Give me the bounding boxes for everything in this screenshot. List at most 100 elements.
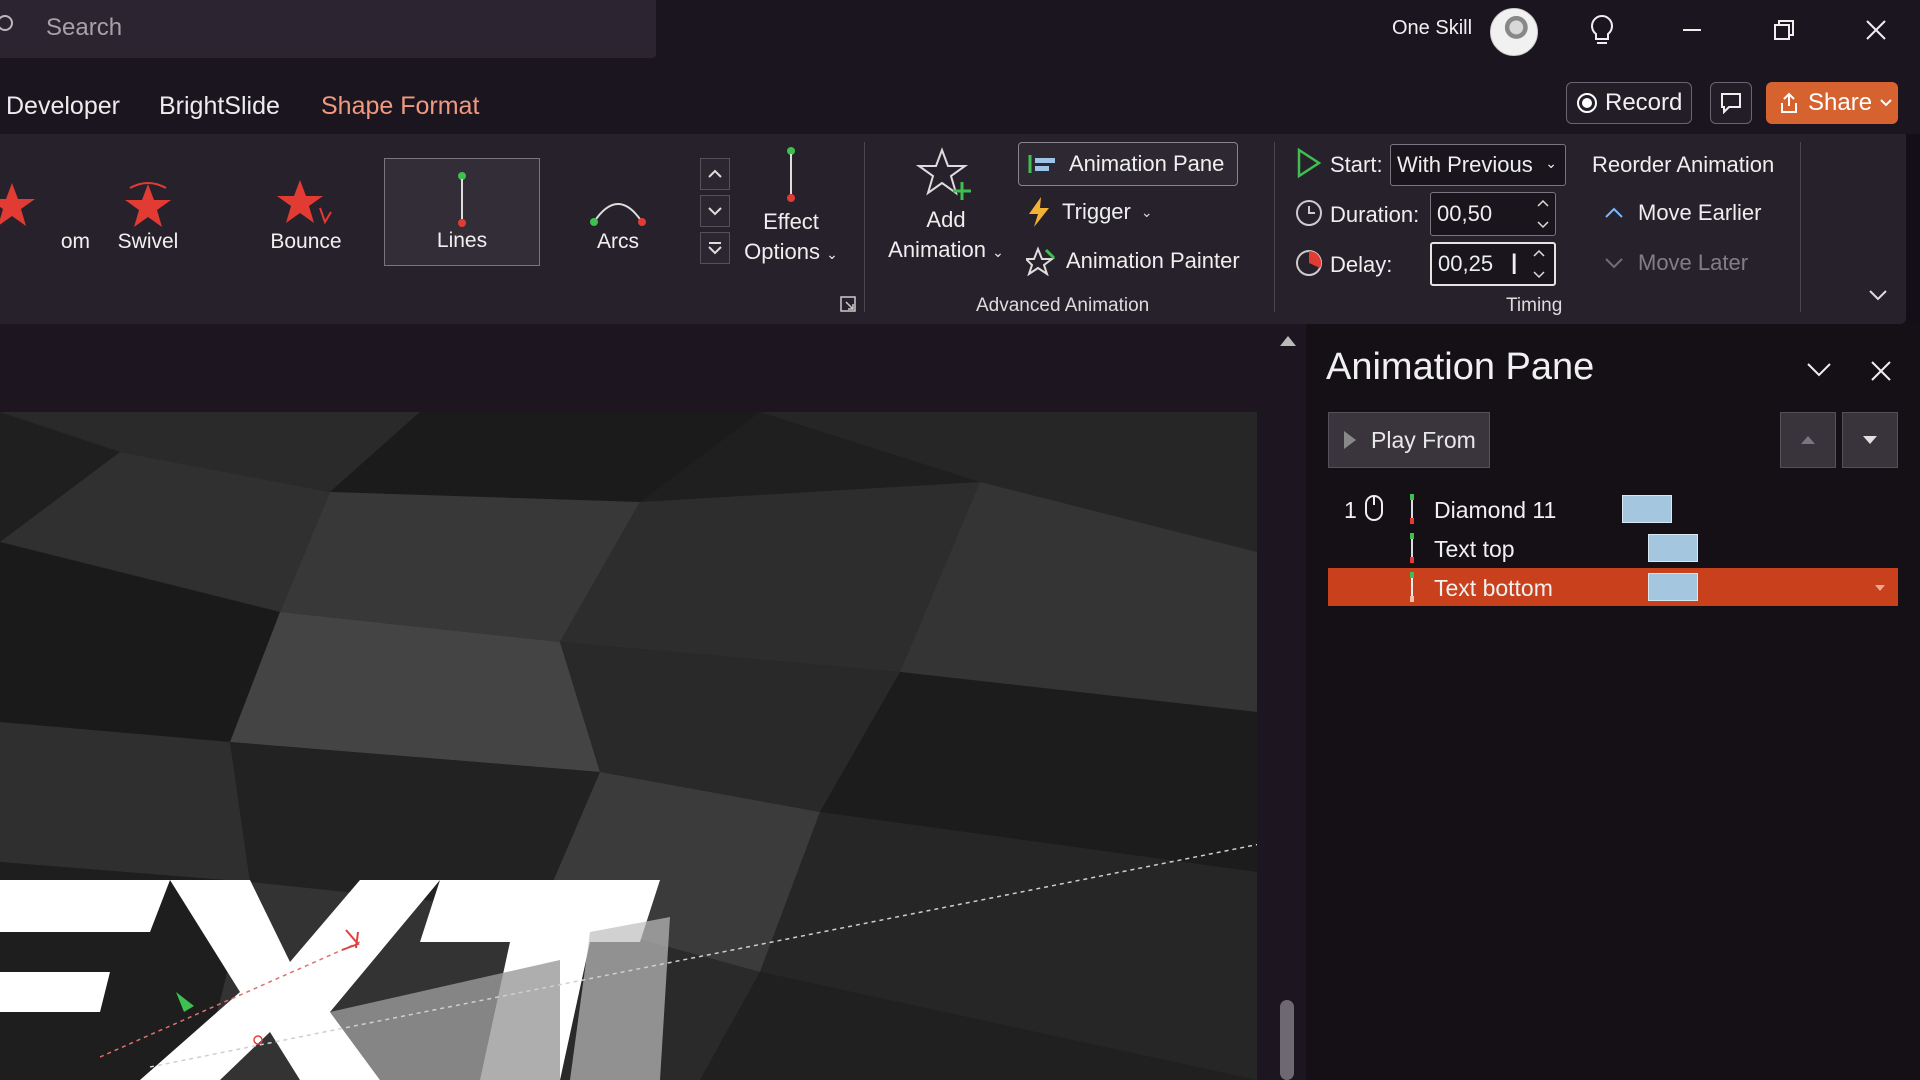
gallery-label: Bounce bbox=[270, 230, 342, 253]
chevron-down-icon: ⌄ bbox=[1545, 155, 1557, 171]
duration-spinner[interactable] bbox=[1530, 192, 1556, 236]
delay-label: Delay: bbox=[1330, 252, 1393, 277]
close-icon[interactable] bbox=[1852, 10, 1900, 50]
tab-brightslide[interactable]: BrightSlide bbox=[159, 92, 280, 121]
effect-options-icon bbox=[787, 147, 795, 202]
add-animation-label-2: Animation bbox=[888, 237, 986, 262]
slide-canvas[interactable] bbox=[0, 412, 1257, 1080]
effect-options-button[interactable]: Effect Options ⌄ bbox=[736, 146, 846, 270]
search-placeholder[interactable]: Search bbox=[46, 14, 122, 42]
animation-painter-button[interactable]: Animation Painter bbox=[1026, 246, 1240, 276]
share-label: Share bbox=[1808, 89, 1873, 116]
bounce-star-icon bbox=[277, 180, 332, 225]
ribbon-separator bbox=[1274, 142, 1275, 312]
chevron-down-icon bbox=[1880, 99, 1892, 107]
chevron-down-icon bbox=[1533, 271, 1545, 279]
slide-scrollbar[interactable] bbox=[1270, 324, 1306, 1080]
comments-button[interactable] bbox=[1710, 82, 1752, 124]
search-box[interactable]: Search bbox=[0, 0, 656, 58]
slide-background bbox=[0, 412, 1257, 1080]
start-label: Start: bbox=[1330, 152, 1383, 177]
gallery-scroll-up[interactable] bbox=[700, 158, 730, 190]
chevron-down-icon bbox=[708, 207, 722, 216]
move-earlier-label: Move Earlier bbox=[1638, 200, 1762, 225]
record-icon bbox=[1577, 93, 1597, 113]
gallery-item-lines[interactable]: Lines bbox=[384, 158, 540, 266]
timeline-bar bbox=[1648, 573, 1698, 601]
gallery-item-arcs[interactable]: Arcs bbox=[540, 158, 696, 266]
timing-group-label: Timing bbox=[1506, 295, 1563, 316]
chevron-down-icon: ⌄ bbox=[1140, 203, 1153, 220]
collapse-ribbon-icon[interactable] bbox=[1868, 288, 1888, 306]
pane-close-icon[interactable] bbox=[1870, 360, 1892, 387]
animation-pane-button[interactable]: Animation Pane bbox=[1018, 142, 1238, 186]
add-animation-button[interactable]: Add Animation ⌄ bbox=[876, 146, 1016, 270]
tab-developer[interactable]: Developer bbox=[6, 92, 120, 121]
play-icon bbox=[1344, 431, 1356, 449]
gallery-item-swivel[interactable]: Swivel bbox=[70, 158, 226, 266]
chevron-down-icon: ⌄ bbox=[826, 246, 838, 262]
timeline-bar bbox=[1622, 495, 1672, 523]
star-icon bbox=[0, 183, 35, 226]
restore-icon[interactable] bbox=[1760, 10, 1808, 50]
delay-spinner[interactable] bbox=[1526, 242, 1552, 286]
record-label: Record bbox=[1605, 89, 1683, 116]
clock-icon bbox=[1294, 198, 1324, 233]
animation-painter-label: Animation Painter bbox=[1066, 248, 1240, 273]
move-earlier-button[interactable]: Move Earlier bbox=[1604, 200, 1761, 226]
animation-list-item[interactable]: 1 Diamond 11 bbox=[1328, 490, 1898, 528]
gallery-label: Swivel bbox=[117, 230, 179, 253]
gallery-label: Lines bbox=[436, 229, 488, 252]
comment-icon bbox=[1721, 93, 1741, 114]
scroll-up-icon bbox=[1280, 336, 1296, 346]
minimize-icon[interactable] bbox=[1668, 10, 1716, 50]
gallery-more[interactable] bbox=[700, 232, 730, 264]
triangle-up-icon bbox=[1801, 436, 1815, 444]
move-later-label: Move Later bbox=[1638, 250, 1749, 275]
animation-number: 1 bbox=[1344, 497, 1357, 523]
record-button[interactable]: Record bbox=[1566, 82, 1692, 124]
move-down-button[interactable] bbox=[1842, 412, 1898, 468]
move-later-button[interactable]: Move Later bbox=[1604, 250, 1748, 276]
chevron-up-icon bbox=[1537, 199, 1549, 207]
move-up-button[interactable] bbox=[1780, 412, 1836, 468]
animation-name: Diamond 11 bbox=[1434, 497, 1557, 523]
account-name[interactable]: One Skill bbox=[1392, 17, 1472, 40]
play-from-button[interactable]: Play From bbox=[1328, 412, 1490, 468]
animation-list-item[interactable]: Text top bbox=[1328, 529, 1898, 567]
gallery-scroll-down[interactable] bbox=[700, 195, 730, 227]
add-animation-star-icon bbox=[915, 147, 971, 200]
advanced-animation-group-label: Advanced Animation bbox=[976, 295, 1150, 316]
more-icon bbox=[708, 242, 722, 255]
item-dropdown-icon[interactable] bbox=[1874, 584, 1886, 592]
trigger-button[interactable]: Trigger ⌄ bbox=[1026, 196, 1153, 228]
chevron-down-icon bbox=[1605, 258, 1623, 269]
lines-path-icon bbox=[458, 172, 466, 227]
gallery-label: Arcs bbox=[597, 230, 639, 253]
animation-painter-icon bbox=[1026, 246, 1056, 276]
share-button[interactable]: Share bbox=[1766, 82, 1898, 124]
scrollbar-thumb[interactable] bbox=[1280, 1000, 1294, 1080]
lightbulb-icon[interactable] bbox=[1578, 10, 1626, 50]
avatar[interactable] bbox=[1490, 8, 1538, 56]
ribbon-separator bbox=[864, 142, 865, 312]
start-value: With Previous bbox=[1397, 152, 1533, 177]
animation-pane-label: Animation Pane bbox=[1069, 151, 1225, 176]
start-dropdown[interactable]: With Previous ⌄ bbox=[1390, 144, 1566, 186]
chevron-down-icon: ⌄ bbox=[992, 244, 1004, 260]
arcs-path-icon bbox=[590, 203, 646, 226]
chevron-down-icon bbox=[1537, 221, 1549, 229]
dialog-launcher-icon[interactable] bbox=[840, 296, 856, 317]
gallery-item-bounce[interactable]: Bounce bbox=[228, 158, 384, 266]
tab-shape-format[interactable]: Shape Format bbox=[321, 92, 479, 121]
effect-options-label-1: Effect bbox=[763, 209, 819, 234]
pane-options-icon[interactable] bbox=[1806, 362, 1832, 383]
animation-name: Text bottom bbox=[1434, 575, 1553, 601]
chevron-up-icon bbox=[1605, 207, 1623, 218]
ribbon-separator bbox=[1800, 142, 1801, 312]
timeline-bar bbox=[1648, 534, 1698, 562]
duration-value[interactable]: 00,50 bbox=[1437, 201, 1492, 227]
animation-list-item-selected[interactable]: Text bottom bbox=[1328, 568, 1898, 606]
swivel-star-icon bbox=[125, 182, 171, 227]
delay-value[interactable]: 00,25 bbox=[1438, 251, 1493, 277]
